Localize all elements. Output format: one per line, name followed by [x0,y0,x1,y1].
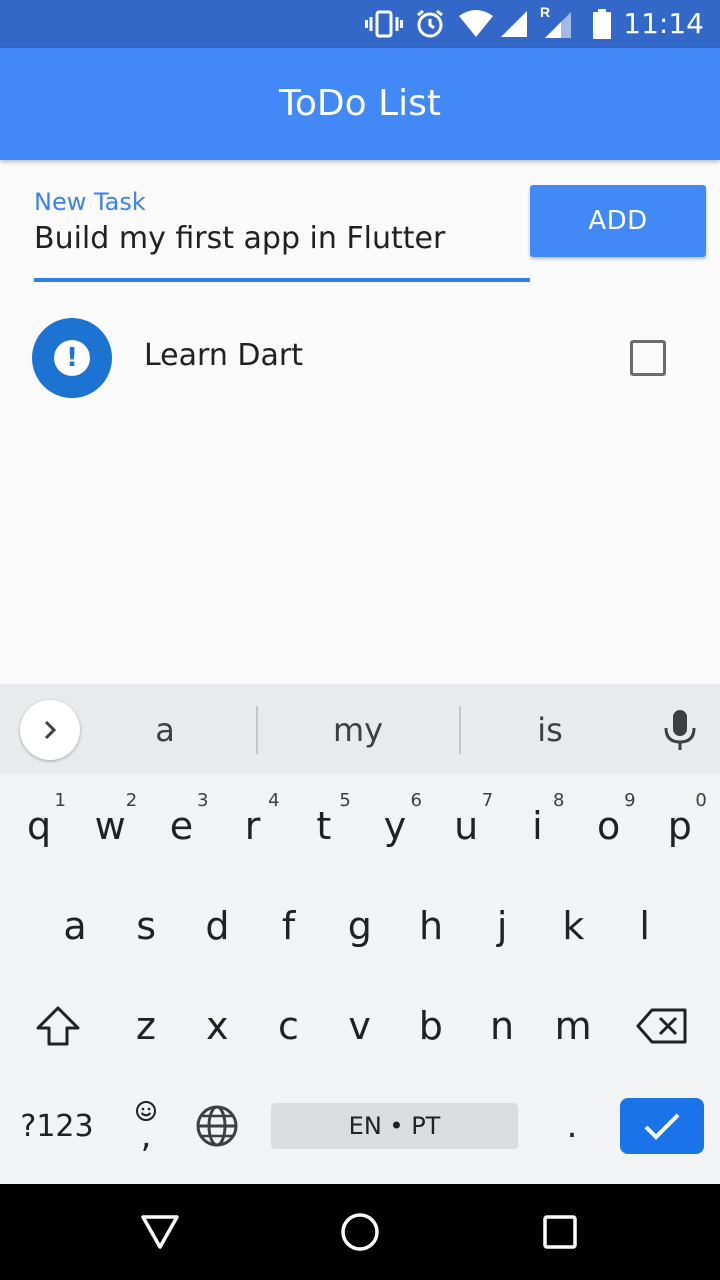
shift-key[interactable] [26,986,90,1066]
suggestion-bar: a my is [0,684,720,774]
vibrate-icon [364,8,404,40]
key-label: w [94,804,126,848]
key-hint: 9 [624,790,636,811]
key-hint: 1 [54,790,66,811]
key-i[interactable]: 8i [502,786,572,866]
key-x[interactable]: x [182,986,252,1066]
key-label: u [454,804,479,848]
key-hint: 4 [268,790,280,811]
key-hint: 5 [339,790,351,811]
chevron-right-icon [44,720,57,740]
status-bar: R 11:14 [0,0,720,48]
key-u[interactable]: 7u [431,786,501,866]
back-triangle-icon [141,1215,179,1249]
keyboard: a my is 1q2w3e4r5t6y7u8i9o0p asdfghjkl z… [0,684,720,1184]
suggestion-1[interactable]: a [75,706,255,754]
page-title: ToDo List [278,83,442,124]
key-e[interactable]: 3e [146,786,216,866]
key-g[interactable]: g [325,886,395,966]
key-hint: 8 [552,790,565,811]
key-label: t [316,804,332,848]
key-y[interactable]: 6y [360,786,430,866]
emoji-comma-key[interactable]: , [120,1086,172,1166]
key-hint: 2 [125,790,138,811]
key-a[interactable]: a [40,886,110,966]
space-bar[interactable]: EN • PT [271,1103,518,1149]
key-j[interactable]: j [467,886,537,966]
key-n[interactable]: n [467,986,537,1066]
language-key[interactable] [190,1086,244,1166]
key-o[interactable]: 9o [574,786,644,866]
new-task-label: New Task [34,188,146,216]
checkmark-icon [644,1113,680,1140]
shift-icon [36,1006,80,1046]
home-circle-icon [341,1213,379,1251]
home-button[interactable] [340,1212,380,1252]
key-hint: 3 [196,790,209,811]
navigation-bar [0,1184,720,1280]
key-w[interactable]: 2w [75,786,145,866]
key-v[interactable]: v [325,986,395,1066]
task-label: Learn Dart [144,338,303,373]
key-p[interactable]: 0p [645,786,715,866]
add-button[interactable]: ADD [530,185,706,257]
recents-button[interactable] [540,1212,580,1252]
symbols-key[interactable]: ?123 [14,1086,100,1166]
new-task-input[interactable] [34,216,530,260]
task-checkbox[interactable] [630,340,666,376]
key-r[interactable]: 4r [218,786,288,866]
key-label: y [383,804,407,848]
key-d[interactable]: d [182,886,252,966]
wifi-icon [458,8,494,40]
key-q[interactable]: 1q [4,786,74,866]
avatar: ! [32,318,112,398]
key-label: q [26,804,52,848]
key-label: o [596,804,621,848]
key-l[interactable]: l [610,886,680,966]
microphone-icon[interactable] [660,708,700,752]
key-z[interactable]: z [111,986,181,1066]
recents-square-icon [543,1215,577,1249]
status-clock: 11:14 [623,7,704,40]
suggestion-divider [256,706,258,754]
list-item[interactable]: ! Learn Dart [0,314,720,402]
signal-icon [498,8,530,40]
key-f[interactable]: f [254,886,324,966]
key-t[interactable]: 5t [289,786,359,866]
backspace-icon [636,1008,687,1044]
key-h[interactable]: h [396,886,466,966]
key-hint: 7 [481,790,494,811]
new-task-field[interactable]: New Task [34,182,530,282]
roaming-signal-icon: R [538,4,574,40]
roaming-indicator: R [540,4,551,20]
key-label: p [667,804,692,848]
globe-icon [196,1105,238,1147]
keyboard-expand-button[interactable] [20,700,80,760]
app-bar: ToDo List [0,48,720,160]
key-hint: 6 [410,790,422,811]
key-c[interactable]: c [253,986,323,1066]
key-k[interactable]: k [538,886,608,966]
key-m[interactable]: m [538,986,608,1066]
suggestion-3[interactable]: is [460,706,640,754]
period-key[interactable]: . [548,1086,596,1166]
suggestion-2[interactable]: my [268,706,448,754]
comma-label: , [140,1116,152,1156]
backspace-key[interactable] [630,986,694,1066]
key-label: r [244,804,261,848]
key-s[interactable]: s [111,886,181,966]
key-label: i [532,804,543,848]
done-key[interactable] [620,1098,704,1154]
key-hint: 0 [695,790,707,811]
back-button[interactable] [140,1212,180,1252]
alarm-icon [414,8,446,40]
field-underline [34,278,530,282]
key-b[interactable]: b [396,986,466,1066]
battery-icon [590,8,614,40]
priority-high-icon: ! [54,340,90,376]
key-label: e [169,804,194,848]
